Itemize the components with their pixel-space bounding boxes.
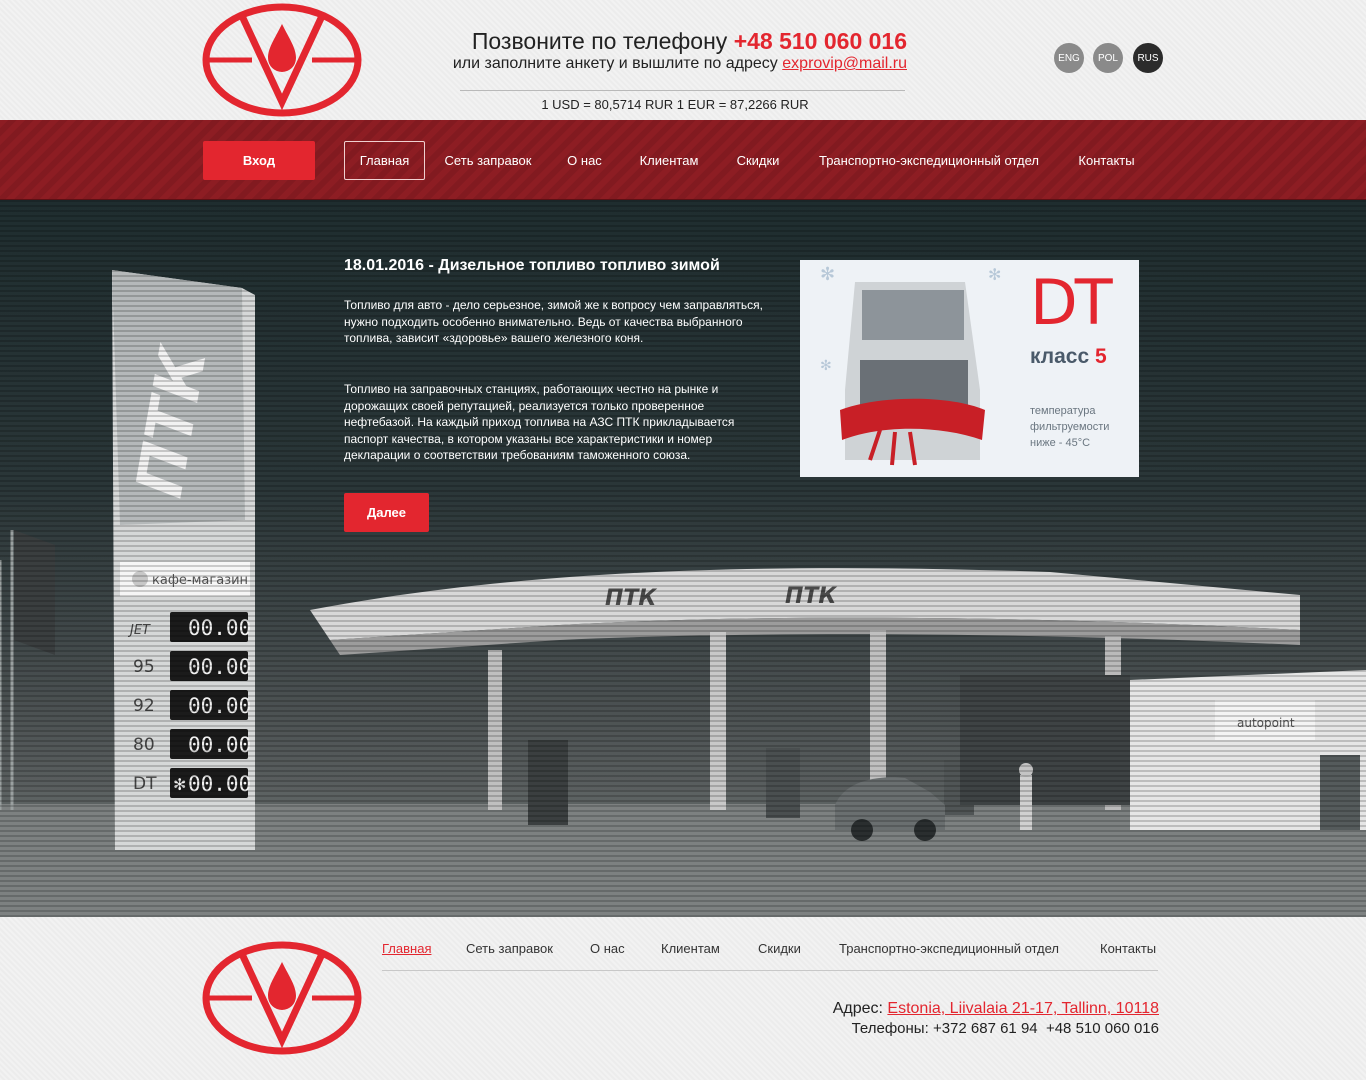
promo-dt-label: DT [1030, 266, 1113, 339]
snowflake-icon: ✻ [820, 264, 835, 284]
site-footer: Главная Сеть заправок О нас Клиентам Ски… [0, 917, 1366, 1080]
hero-banner: ПТК ПТК autopoint ПТК кафе-магазин JET 0… [0, 200, 1366, 917]
site-header: Позвоните по телефону +48 510 060 016 ил… [0, 0, 1366, 120]
footer-nav-about[interactable]: О нас [590, 941, 625, 956]
promo-class-label: класс [1030, 345, 1090, 368]
nav-item-clients[interactable]: Клиентам [630, 141, 708, 180]
promo-class: класс 5 [1030, 345, 1107, 369]
lang-pol-button[interactable]: POL [1093, 43, 1123, 73]
main-nav: Вход Главная Сеть заправок О нас Клиента… [0, 120, 1366, 200]
price-grade-dt: DT [133, 774, 157, 794]
canopy-brand-1: ПТК [605, 586, 657, 611]
login-button[interactable]: Вход [203, 141, 315, 180]
pylon-cafe: кафе-магазин [152, 573, 248, 588]
footer-nav-transport[interactable]: Транспортно-экспедиционный отдел [839, 941, 1059, 956]
mail-prefix: или заполните анкету и вышлите по адресу [452, 55, 778, 72]
footer-nav-contacts[interactable]: Контакты [1100, 941, 1156, 956]
brand-logo[interactable] [202, 2, 362, 118]
canopy-brand-2: ПТК [785, 584, 837, 609]
more-button[interactable]: Далее [344, 493, 429, 532]
lang-eng-button[interactable]: ENG [1054, 43, 1084, 73]
snowflake-icon: ✻ [988, 267, 1001, 284]
price-value-80: 00.00 [188, 733, 251, 757]
email-link[interactable]: exprovip@mail.ru [782, 55, 907, 72]
phone-line: Позвоните по телефону +48 510 060 016 [400, 28, 907, 55]
footer-logo[interactable] [202, 940, 362, 1056]
price-grade-92: 92 [133, 696, 155, 716]
nav-item-contacts[interactable]: Контакты [1070, 141, 1143, 180]
phones-label: Телефоны: [851, 1020, 929, 1037]
footer-phones: Телефоны: +372 687 61 94 +48 510 060 016 [700, 1020, 1159, 1037]
footer-address: Адрес: Estonia, Liivalaia 21-17, Tallinn… [700, 1000, 1159, 1018]
news-title[interactable]: 18.01.2016 - Дизельное топливо топливо з… [344, 257, 784, 275]
shop-sign: autopoint [1237, 716, 1295, 730]
nav-item-discounts[interactable]: Скидки [727, 141, 789, 180]
header-divider [460, 90, 905, 91]
promo-class-number: 5 [1095, 345, 1107, 368]
nav-item-home[interactable]: Главная [344, 141, 425, 180]
phone-number[interactable]: +48 510 060 016 [734, 28, 907, 54]
footer-divider [382, 970, 1158, 971]
promo-image[interactable]: ✻ ✻ ✻ DT класс 5 температура фильтруемос… [800, 260, 1139, 477]
price-grade-95: 95 [133, 657, 155, 677]
price-value-dt: 00.00 [188, 772, 251, 796]
price-value-92: 00.00 [188, 694, 251, 718]
phone-prefix: Позвоните по телефону [471, 28, 728, 54]
footer-nav-discounts[interactable]: Скидки [758, 941, 801, 956]
phones-value: +372 687 61 94 +48 510 060 016 [932, 1020, 1159, 1037]
snowflake-icon: ✻ [173, 777, 186, 794]
price-grade-80: 80 [133, 735, 155, 755]
news-paragraph-1: Топливо для авто - дело серьезное, зимой… [344, 298, 764, 346]
address-label: Адрес: [832, 1000, 883, 1017]
mail-line: или заполните анкету и вышлите по адресу… [400, 55, 907, 73]
promo-note: температура фильтруемости ниже - 45°C [1030, 405, 1110, 449]
news-paragraph-2: Топливо на заправочных станциях, работаю… [344, 382, 735, 463]
price-grade-jet: JET [127, 623, 151, 638]
price-value-jet: 00.00 [188, 616, 251, 640]
snowflake-icon: ✻ [820, 357, 832, 373]
nav-item-about[interactable]: О нас [556, 141, 613, 180]
nav-item-stations[interactable]: Сеть заправок [438, 141, 538, 180]
price-value-95: 00.00 [188, 655, 251, 679]
address-link[interactable]: Estonia, Liivalaia 21-17, Tallinn, 10118 [887, 1000, 1159, 1017]
footer-nav-clients[interactable]: Клиентам [661, 941, 720, 956]
nav-item-transport[interactable]: Транспортно-экспедиционный отдел [810, 141, 1048, 180]
footer-nav-home[interactable]: Главная [382, 941, 431, 956]
footer-nav-stations[interactable]: Сеть заправок [466, 941, 553, 956]
exchange-rates: 1 USD = 80,5714 RUR 1 EUR = 87,2266 RUR [541, 97, 809, 112]
lang-rus-button[interactable]: RUS [1133, 43, 1163, 73]
